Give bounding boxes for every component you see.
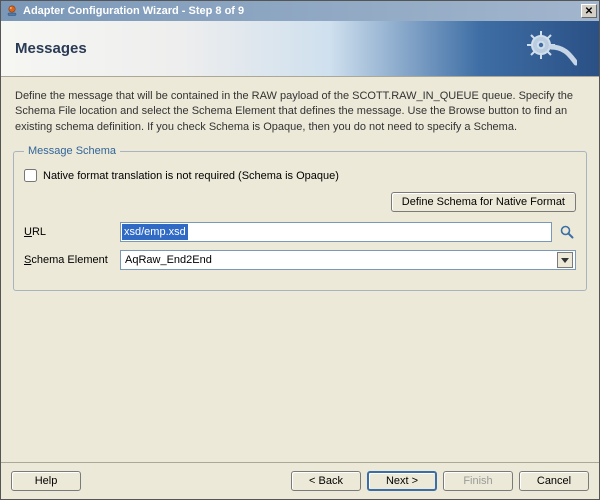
banner: Messages — [1, 21, 599, 77]
cancel-button[interactable]: Cancel — [519, 471, 589, 491]
page-heading: Messages — [15, 40, 87, 57]
define-native-format-button[interactable]: Define Schema for Native Format — [391, 192, 576, 212]
url-row: URL xsd/emp.xsd — [24, 222, 576, 242]
schema-element-row: Schema Element AqRaw_End2End — [24, 250, 576, 270]
opaque-checkbox-label: Native format translation is not require… — [43, 170, 339, 182]
schema-element-dropdown[interactable]: AqRaw_End2End — [120, 250, 576, 270]
opaque-checkbox[interactable] — [24, 169, 37, 182]
help-button[interactable]: Help — [11, 471, 81, 491]
app-icon — [5, 4, 19, 18]
schema-element-label: Schema Element — [24, 254, 114, 266]
gear-icon — [521, 27, 577, 74]
finish-button: Finish — [443, 471, 513, 491]
title-bar: Adapter Configuration Wizard - Step 8 of… — [1, 1, 599, 21]
description-text: Define the message that will be containe… — [15, 89, 585, 135]
schema-element-value: AqRaw_End2End — [125, 254, 212, 266]
content-area: Define the message that will be containe… — [1, 77, 599, 462]
footer: Help < Back Next > Finish Cancel — [1, 462, 599, 499]
window-title: Adapter Configuration Wizard - Step 8 of… — [23, 5, 581, 17]
close-button[interactable]: ✕ — [581, 4, 597, 18]
opaque-row: Native format translation is not require… — [24, 169, 576, 182]
wizard-window: Adapter Configuration Wizard - Step 8 of… — [0, 0, 600, 500]
next-button[interactable]: Next > — [367, 471, 437, 491]
url-label: URL — [24, 226, 114, 238]
browse-button[interactable] — [558, 224, 576, 240]
url-input[interactable]: xsd/emp.xsd — [120, 222, 552, 242]
chevron-down-icon — [557, 252, 573, 268]
group-legend: Message Schema — [24, 145, 120, 157]
back-button[interactable]: < Back — [291, 471, 361, 491]
message-schema-group: Message Schema Native format translation… — [13, 145, 587, 291]
